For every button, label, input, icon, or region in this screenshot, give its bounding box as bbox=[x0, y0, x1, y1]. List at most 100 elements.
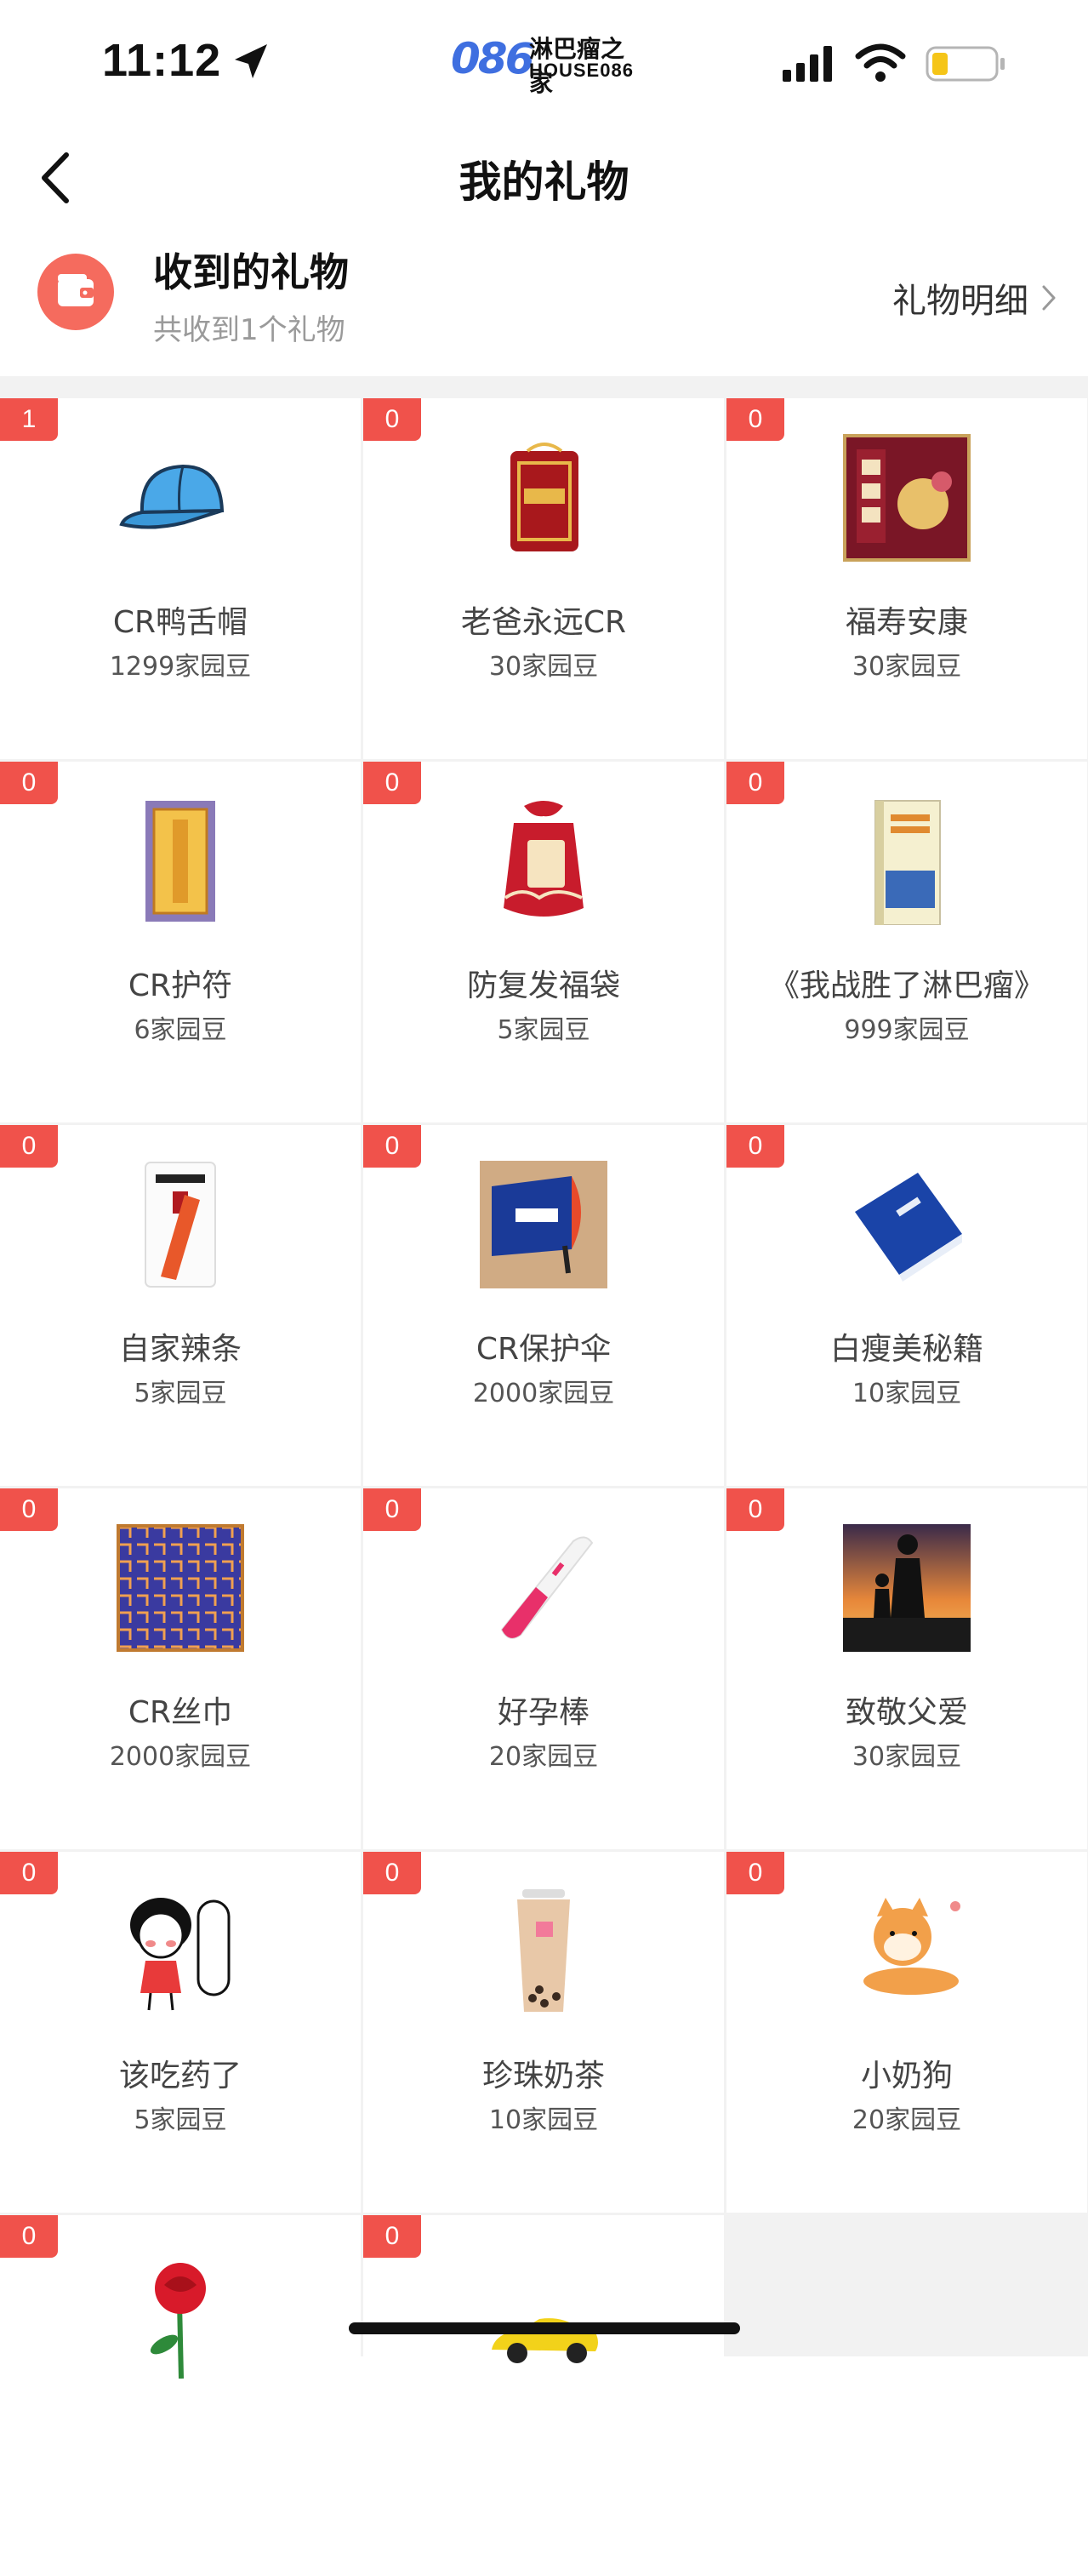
gift-card[interactable]: 0 bbox=[363, 2215, 724, 2576]
battery-icon bbox=[926, 46, 1005, 82]
gift-count-badge: 0 bbox=[726, 1125, 784, 1168]
sports-car-icon bbox=[492, 2318, 598, 2363]
lucky-bag-icon bbox=[504, 801, 584, 917]
gift-count-badge: 0 bbox=[726, 1852, 784, 1894]
gift-name: 老爸永远CR bbox=[460, 605, 627, 640]
gift-price: 30家园豆 bbox=[488, 652, 599, 682]
gift-price: 1299家园豆 bbox=[109, 652, 252, 682]
gift-count-badge: 0 bbox=[0, 762, 58, 804]
gift-name: 《我战胜了淋巴瘤》 bbox=[768, 968, 1045, 1003]
gift-card[interactable]: 0 自家辣条 5家园豆 bbox=[0, 1125, 361, 1486]
gift-price: 5家园豆 bbox=[497, 1015, 590, 1045]
rose-icon bbox=[150, 2263, 206, 2379]
gift-card[interactable]: 0 老爸永远CR 30家园豆 bbox=[363, 398, 724, 759]
amulet-icon bbox=[510, 443, 578, 551]
gift-card[interactable]: 0 CR保护伞 2000家园豆 bbox=[363, 1125, 724, 1486]
gift-count-badge: 0 bbox=[726, 762, 784, 804]
gift-card[interactable]: 0 白瘦美秘籍 10家园豆 bbox=[726, 1125, 1087, 1486]
umbrella-icon bbox=[480, 1161, 607, 1288]
gift-name: 该吃药了 bbox=[118, 2059, 242, 2093]
gift-name: 自家辣条 bbox=[118, 1332, 242, 1367]
gift-price: 20家园豆 bbox=[488, 1742, 599, 1772]
gift-name: 小奶狗 bbox=[860, 2059, 953, 2093]
gift-card[interactable]: 0 CR丝巾 2000家园豆 bbox=[0, 1488, 361, 1849]
nav-bar: 我的礼物 bbox=[0, 128, 1088, 230]
scarf-icon bbox=[117, 1524, 244, 1652]
gift-price: 5家园豆 bbox=[134, 1379, 227, 1408]
gift-name: CR保护伞 bbox=[476, 1332, 612, 1367]
gift-count-badge: 0 bbox=[0, 1852, 58, 1894]
gift-name: CR护符 bbox=[128, 968, 233, 1003]
wallet-icon bbox=[37, 254, 114, 330]
gift-name: 防复发福袋 bbox=[466, 968, 620, 1003]
gift-grid: 1 CR鸭舌帽 1299家园豆 0 老爸永远CR 30家园豆 0 福寿安康 30… bbox=[0, 398, 1088, 2576]
gift-name: 致敬父爱 bbox=[845, 1695, 968, 1730]
gift-price: 30家园豆 bbox=[852, 652, 962, 682]
gift-price: 20家园豆 bbox=[852, 2105, 962, 2135]
snack-icon bbox=[145, 1162, 216, 1288]
gift-name: 福寿安康 bbox=[845, 605, 968, 640]
gift-summary: 收到的礼物 共收到1个礼物 礼物明细 bbox=[0, 230, 1088, 376]
app-logo: 086 淋巴瘤之家 HOUSE086 bbox=[451, 31, 647, 97]
gift-card[interactable]: 0 bbox=[0, 2215, 361, 2576]
gift-card[interactable]: 0 致敬父爱 30家园豆 bbox=[726, 1488, 1087, 1849]
gift-name: CR鸭舌帽 bbox=[112, 605, 248, 640]
status-bar: 11:12 086 淋巴瘤之家 HOUSE086 bbox=[0, 0, 1088, 128]
gift-card[interactable]: 0 珍珠奶茶 10家园豆 bbox=[363, 1852, 724, 2213]
section-divider bbox=[0, 376, 1088, 398]
test-stick-icon bbox=[500, 1536, 594, 1639]
wifi-icon bbox=[855, 43, 906, 82]
signal-icon bbox=[783, 46, 832, 82]
summary-subtitle: 共收到1个礼物 bbox=[153, 313, 345, 347]
gift-price: 999家园豆 bbox=[844, 1015, 970, 1045]
gift-count-badge: 0 bbox=[363, 762, 421, 804]
gift-price: 2000家园豆 bbox=[109, 1742, 252, 1772]
peach-card-icon bbox=[843, 434, 971, 562]
page-title: 我的礼物 bbox=[459, 157, 629, 207]
milk-tea-icon bbox=[517, 1889, 570, 2012]
summary-title: 收到的礼物 bbox=[153, 249, 349, 295]
gift-count-badge: 0 bbox=[726, 1488, 784, 1531]
gift-detail-link[interactable]: 礼物明细 bbox=[892, 272, 1057, 323]
gift-card[interactable]: 0 CR护符 6家园豆 bbox=[0, 762, 361, 1122]
gift-name: CR丝巾 bbox=[128, 1695, 233, 1730]
gift-card[interactable]: 0 该吃药了 5家园豆 bbox=[0, 1852, 361, 2213]
manual-icon bbox=[855, 1173, 962, 1282]
gift-count-badge: 0 bbox=[363, 2215, 421, 2258]
logo-subtitle: HOUSE086 bbox=[529, 60, 634, 81]
home-indicator[interactable] bbox=[349, 2322, 740, 2334]
gift-price: 6家园豆 bbox=[134, 1015, 227, 1045]
talisman-icon bbox=[145, 801, 215, 922]
gift-count-badge: 0 bbox=[0, 1488, 58, 1531]
logo-mark: 086 bbox=[451, 34, 534, 83]
gift-count-badge: 0 bbox=[726, 398, 784, 441]
gift-price: 10家园豆 bbox=[852, 1379, 962, 1408]
gift-name: 白瘦美秘籍 bbox=[829, 1332, 983, 1367]
gift-name: 好孕棒 bbox=[497, 1695, 590, 1730]
gift-count-badge: 0 bbox=[0, 1125, 58, 1168]
gift-price: 5家园豆 bbox=[134, 2105, 227, 2135]
gift-card[interactable]: 1 CR鸭舌帽 1299家园豆 bbox=[0, 398, 361, 759]
puppy-icon bbox=[863, 1898, 960, 1995]
status-time: 11:12 bbox=[102, 35, 222, 86]
gift-price: 30家园豆 bbox=[852, 1742, 962, 1772]
location-arrow-icon bbox=[235, 44, 267, 78]
chevron-right-icon bbox=[1042, 285, 1056, 311]
gift-card[interactable]: 0 小奶狗 20家园豆 bbox=[726, 1852, 1087, 2213]
gift-count-badge: 0 bbox=[363, 1488, 421, 1531]
gift-count-badge: 0 bbox=[363, 398, 421, 441]
cap-icon bbox=[119, 464, 225, 529]
gift-count-badge: 0 bbox=[0, 2215, 58, 2258]
gift-price: 10家园豆 bbox=[488, 2105, 599, 2135]
gift-count-badge: 1 bbox=[0, 398, 58, 441]
gift-card[interactable]: 0 福寿安康 30家园豆 bbox=[726, 398, 1087, 759]
gift-detail-label: 礼物明细 bbox=[892, 282, 1028, 321]
cartoon-girl-icon bbox=[130, 1898, 231, 2011]
gift-count-badge: 0 bbox=[363, 1125, 421, 1168]
gift-name: 珍珠奶茶 bbox=[481, 2059, 605, 2093]
gift-card[interactable]: 0 防复发福袋 5家园豆 bbox=[363, 762, 724, 1122]
gift-card[interactable]: 0 《我战胜了淋巴瘤》 999家园豆 bbox=[726, 762, 1087, 1122]
gift-card[interactable]: 0 好孕棒 20家园豆 bbox=[363, 1488, 724, 1849]
gift-price: 2000家园豆 bbox=[472, 1379, 615, 1408]
book-icon bbox=[874, 800, 941, 925]
